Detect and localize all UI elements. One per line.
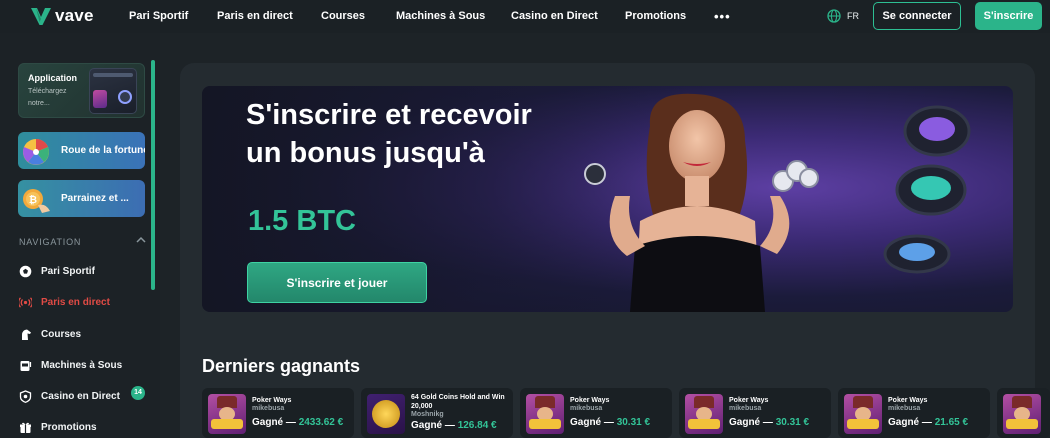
winner-amount-line: Gagné — 30.31 € (729, 417, 810, 428)
winner-username: mikebusa (888, 405, 921, 412)
game-thumbnail (1003, 394, 1041, 434)
sidebar-scrollbar[interactable] (151, 60, 155, 290)
sidebar-item-machines-a-sous[interactable]: Machines à Sous (19, 357, 122, 373)
hero-headline: S'inscrire et recevoir un bonus jusqu'à (246, 99, 532, 169)
winner-game-name: Poker Ways (729, 397, 769, 404)
game-thumbnail (844, 394, 882, 434)
sidebar-item-label: Machines à Sous (41, 359, 123, 371)
winner-game-name: Poker Ways (570, 397, 610, 404)
winner-username: mikebusa (252, 405, 285, 412)
vave-logo-icon (31, 8, 51, 25)
signup-button[interactable]: S'inscrire (975, 2, 1042, 30)
sidebar-item-label: Promotions (41, 421, 97, 433)
phone-mockup-image (89, 68, 137, 114)
winner-game-name: Poker Ways (888, 397, 928, 404)
hero-woman-illustration (584, 93, 819, 312)
gift-icon (20, 422, 31, 433)
latest-winners-heading: Derniers gagnants (202, 356, 361, 376)
sidebar-item-casino-en-direct[interactable]: Casino en Direct (19, 388, 120, 404)
hero-bonus-amount: 1.5 BTC (248, 205, 356, 237)
nav-casino-en-direct[interactable]: Casino en Direct (511, 10, 598, 22)
nav-pari-sportif[interactable]: Pari Sportif (129, 10, 188, 22)
app-card-subtitle: Téléchargez notre... (28, 88, 67, 107)
sidebar-item-label: Paris en direct (41, 296, 110, 308)
winner-username: Moshnikg (411, 411, 444, 418)
game-thumbnail (526, 394, 564, 434)
chevron-up-icon[interactable] (136, 235, 146, 245)
register-and-play-button[interactable]: S'inscrire et jouer (247, 262, 427, 303)
language-selector[interactable]: FR (827, 9, 859, 23)
sidebar-item-label: Pari Sportif (41, 265, 95, 277)
vave-logo[interactable]: vave (30, 6, 94, 26)
soccer-ball-icon (19, 265, 32, 277)
crypto-coins-illustration (883, 105, 971, 274)
sidebar-item-pari-sportif[interactable]: Pari Sportif (19, 263, 95, 279)
nav-promotions[interactable]: Promotions (625, 10, 686, 22)
winner-amount-line: Gagné — 126.84 € (411, 420, 497, 431)
winner-amount-line: Gagné — 2433.62 € (252, 417, 344, 428)
fortune-wheel-label: Roue de la fortune (61, 145, 145, 156)
winner-amount: 126.84 € (457, 420, 497, 431)
game-thumbnail (367, 394, 405, 434)
bitcoin-coin-icon: ₿ (23, 189, 50, 213)
fortune-wheel-icon (23, 139, 49, 165)
sidebar: Application Téléchargez notre... Roue de… (0, 33, 160, 438)
app-download-card[interactable]: Application Téléchargez notre... (18, 63, 145, 118)
top-navigation-bar: vave Pari Sportif Paris en direct Course… (0, 0, 1050, 33)
winner-game-name: 64 Gold Coins Hold and Win 20,000 (411, 394, 505, 410)
winner-card[interactable]: 64 Gold Coins Hold and Win 20,000 Moshni… (361, 388, 513, 438)
winner-amount: 30.31 € (616, 417, 651, 428)
globe-icon (827, 9, 841, 23)
live-signal-icon (19, 296, 32, 308)
fortune-wheel-card[interactable]: Roue de la fortune (18, 132, 145, 169)
winner-amount: 21.65 € (934, 417, 969, 428)
winner-game-name: Poker Ways (252, 397, 292, 404)
winner-card[interactable]: Poker Ways mikebusa Gagné — 30.31 € (679, 388, 831, 438)
app-card-title: Application (28, 73, 77, 83)
referral-label: Parrainez et ... (61, 193, 129, 204)
winner-amount-line: Gagné — 30.31 € (570, 417, 651, 428)
nav-machines-a-sous[interactable]: Machines à Sous (396, 10, 485, 22)
language-code: FR (847, 11, 859, 21)
more-menu-icon[interactable]: ••• (714, 9, 731, 24)
nav-paris-en-direct[interactable]: Paris en direct (217, 10, 293, 22)
sidebar-item-label: Courses (41, 328, 82, 340)
winner-amount: 2433.62 € (298, 417, 344, 428)
slot-machine-icon (20, 360, 32, 371)
game-thumbnail (208, 394, 246, 434)
poker-chip-icon (19, 389, 32, 403)
winner-card-partial[interactable] (997, 388, 1050, 438)
winner-card[interactable]: Poker Ways mikebusa Gagné — 2433.62 € (202, 388, 354, 438)
promotions-count-badge: 14 (131, 386, 145, 400)
winner-card[interactable]: Poker Ways mikebusa Gagné — 30.31 € (520, 388, 672, 438)
referral-card[interactable]: ₿ Parrainez et ... (18, 180, 145, 217)
winner-amount: 30.31 € (775, 417, 810, 428)
svg-text:₿: ₿ (29, 194, 37, 206)
sidebar-item-promotions[interactable]: Promotions (19, 419, 97, 435)
game-thumbnail (685, 394, 723, 434)
winner-amount-line: Gagné — 21.65 € (888, 417, 969, 428)
sidebar-item-label: Casino en Direct (41, 390, 120, 402)
nav-courses[interactable]: Courses (321, 10, 365, 22)
winner-card[interactable]: Poker Ways mikebusa Gagné — 21.65 € (838, 388, 990, 438)
login-button[interactable]: Se connecter (873, 2, 961, 30)
brand-name: vave (55, 6, 94, 25)
navigation-heading: NAVIGATION (19, 237, 82, 247)
sidebar-item-courses[interactable]: Courses (19, 326, 81, 342)
horse-icon (22, 329, 31, 340)
sidebar-item-paris-en-direct[interactable]: Paris en direct (19, 294, 110, 310)
winner-username: mikebusa (729, 405, 762, 412)
winner-username: mikebusa (570, 405, 603, 412)
